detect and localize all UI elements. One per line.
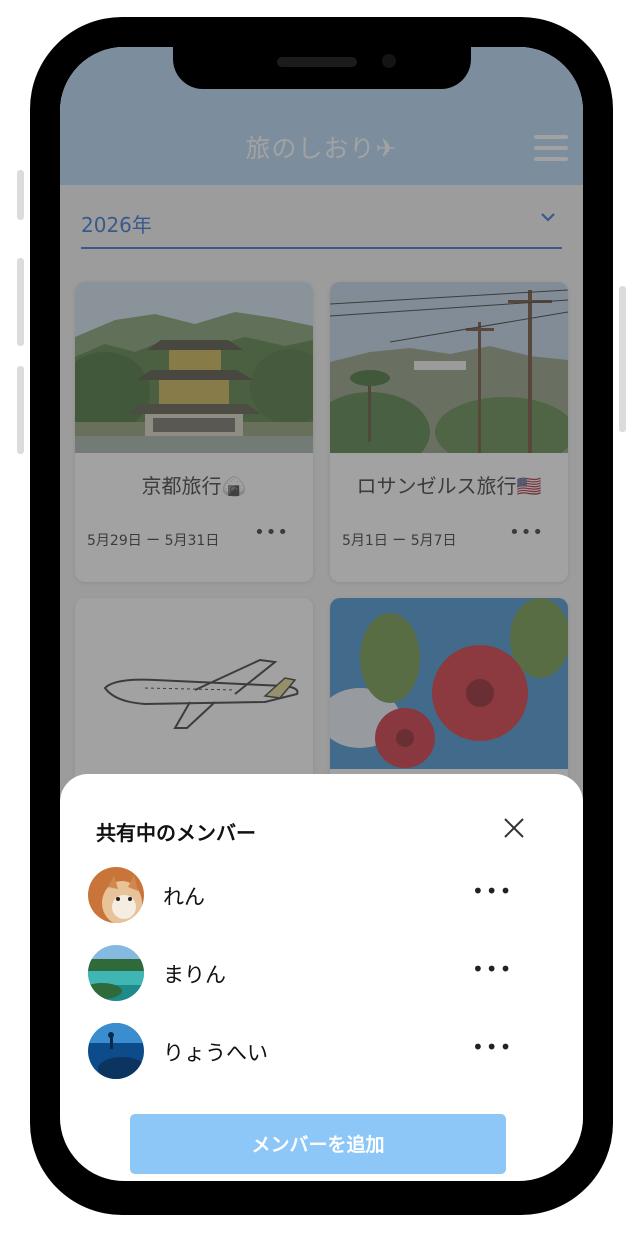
notch [173, 47, 471, 89]
member-row: れん ••• [88, 867, 538, 925]
avatar [88, 945, 144, 1001]
mute-switch [17, 170, 24, 220]
member-row: りょうへい ••• [88, 1023, 538, 1081]
member-name: れん [163, 885, 205, 909]
member-name: りょうへい [163, 1041, 268, 1065]
speaker [277, 57, 357, 67]
more-options-icon[interactable]: ••• [472, 879, 513, 903]
more-options-icon[interactable]: ••• [472, 957, 513, 981]
add-member-button[interactable]: メンバーを追加 [130, 1114, 506, 1174]
avatar [88, 1023, 144, 1079]
phone-frame: 旅のしおり✈ 2026年 [30, 17, 613, 1215]
close-icon[interactable] [502, 816, 526, 840]
volume-down-button [17, 366, 24, 454]
more-options-icon[interactable]: ••• [472, 1035, 513, 1059]
volume-up-button [17, 258, 24, 346]
avatar [88, 867, 144, 923]
sheet-title: 共有中のメンバー [96, 821, 256, 845]
power-button [619, 286, 626, 432]
member-row: まりん ••• [88, 945, 538, 1003]
member-name: まりん [163, 963, 226, 987]
screen: 旅のしおり✈ 2026年 [60, 47, 583, 1181]
members-sheet: 共有中のメンバー れん ••• まりん ••• りょうへい ••• メンバーを追… [60, 774, 583, 1181]
front-camera [382, 54, 396, 68]
